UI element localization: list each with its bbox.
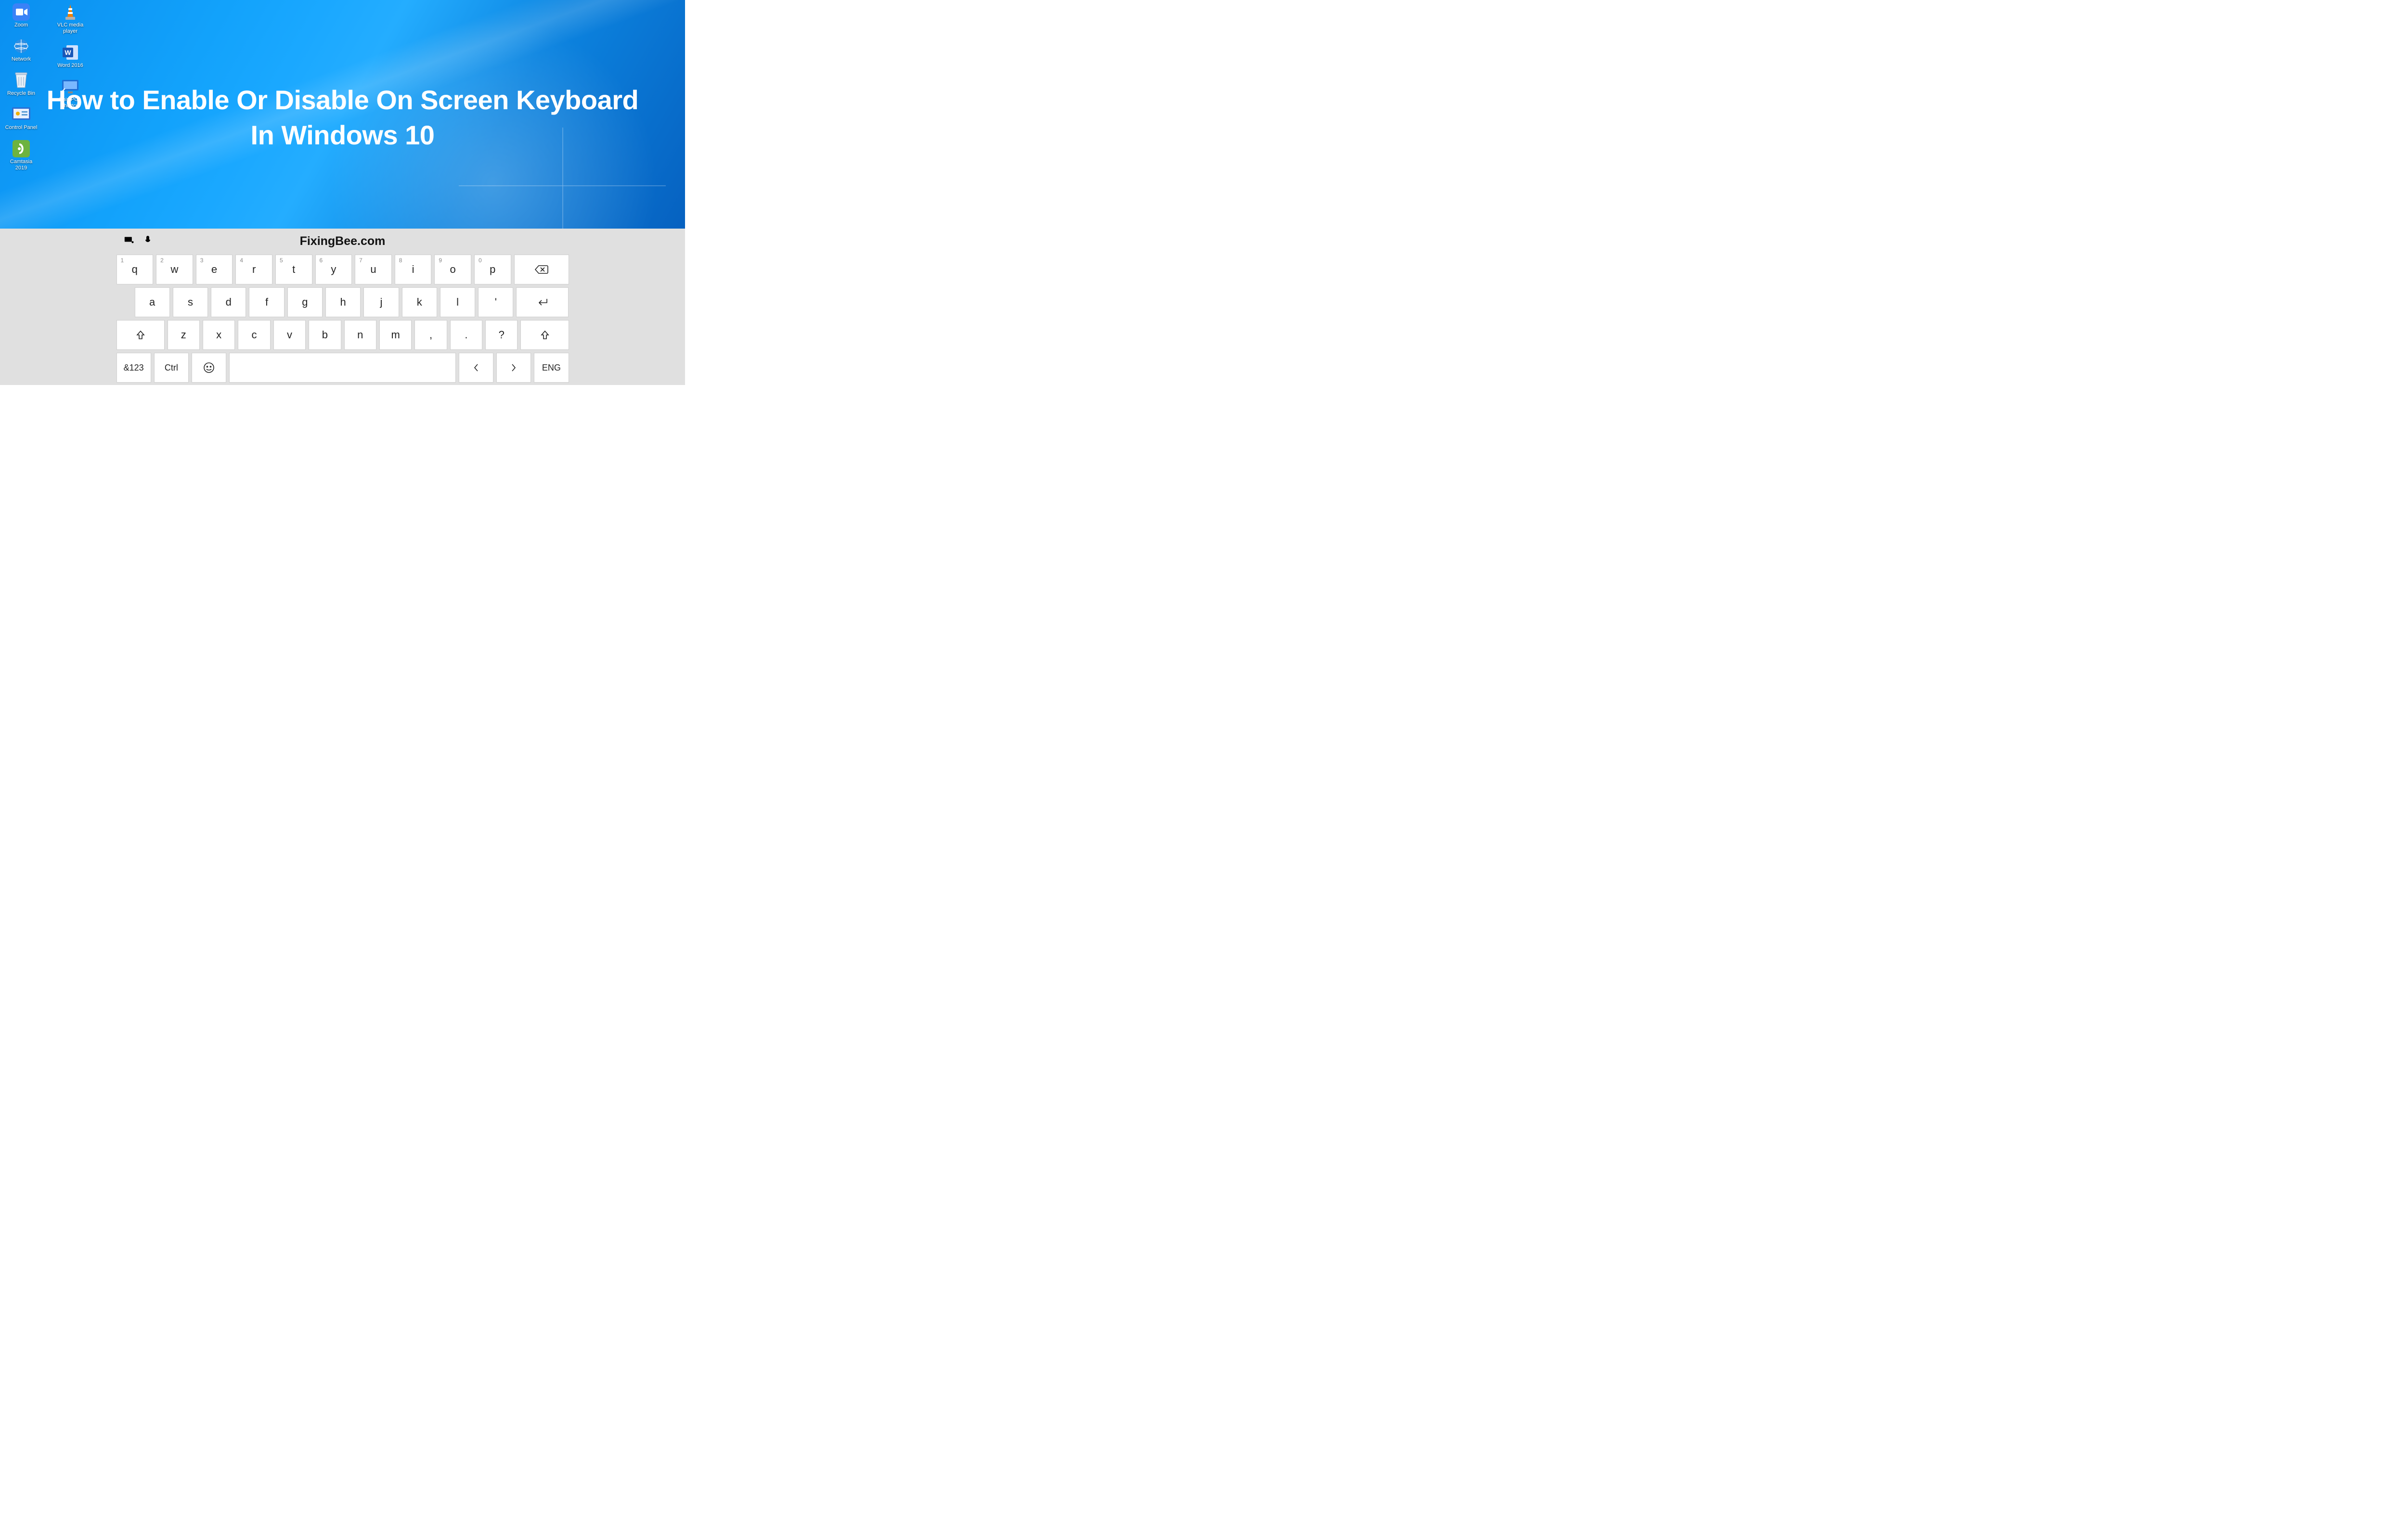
- key-shift-right[interactable]: [520, 320, 569, 350]
- zoom-icon: [12, 3, 30, 21]
- key-emoji[interactable]: [192, 353, 226, 383]
- osk-title: FixingBee.com: [116, 234, 569, 248]
- key-r[interactable]: 4r: [235, 255, 272, 284]
- desktop-icon-network[interactable]: Network: [4, 37, 39, 63]
- word-icon: W: [61, 43, 79, 62]
- key-language[interactable]: ENG: [534, 353, 569, 383]
- key-b[interactable]: b: [309, 320, 341, 350]
- vlc-icon: [61, 3, 79, 21]
- key-y[interactable]: 6y: [315, 255, 352, 284]
- key-i[interactable]: 8i: [395, 255, 432, 284]
- key-h[interactable]: h: [325, 287, 361, 317]
- key-t[interactable]: 5t: [275, 255, 312, 284]
- key-question[interactable]: ?: [485, 320, 518, 350]
- desktop-icon-label: Zoom: [14, 22, 28, 28]
- page-headline: How to Enable Or Disable On Screen Keybo…: [0, 84, 685, 151]
- key-right[interactable]: [496, 353, 531, 383]
- headline-line2: In Windows 10: [0, 119, 685, 151]
- key-m[interactable]: m: [379, 320, 412, 350]
- desktop-icon-label: Camtasia 2019: [4, 159, 39, 171]
- key-comma[interactable]: ,: [414, 320, 447, 350]
- key-z[interactable]: z: [168, 320, 200, 350]
- key-o[interactable]: 9o: [434, 255, 471, 284]
- key-period[interactable]: .: [450, 320, 482, 350]
- key-c[interactable]: c: [238, 320, 270, 350]
- key-f[interactable]: f: [249, 287, 284, 317]
- on-screen-keyboard: FixingBee.com 1q2w3e4r5t6y7u8i9o0p asdfg…: [0, 229, 685, 385]
- key-k[interactable]: k: [402, 287, 437, 317]
- network-icon: [12, 37, 30, 55]
- key-shift-left[interactable]: [116, 320, 165, 350]
- key-space[interactable]: [229, 353, 455, 383]
- key-q[interactable]: 1q: [116, 255, 154, 284]
- key-s[interactable]: s: [173, 287, 208, 317]
- keyboard-grid: 1q2w3e4r5t6y7u8i9o0p asdfghjkl' zxcvbnm,…: [116, 255, 569, 383]
- key-g[interactable]: g: [287, 287, 323, 317]
- key-w[interactable]: 2w: [156, 255, 193, 284]
- osk-toolbar: FixingBee.com: [116, 231, 569, 251]
- key-numsym[interactable]: &123: [116, 353, 151, 383]
- key-apostrophe[interactable]: ': [478, 287, 513, 317]
- key-l[interactable]: l: [440, 287, 475, 317]
- desktop-icon-label: Word 2016: [57, 63, 83, 69]
- key-backspace[interactable]: [514, 255, 569, 284]
- key-ctrl[interactable]: Ctrl: [154, 353, 189, 383]
- desktop-icon-label: Network: [12, 56, 31, 63]
- desktop-icon-label: VLC media player: [53, 22, 88, 35]
- key-u[interactable]: 7u: [355, 255, 392, 284]
- svg-text:W: W: [65, 49, 71, 56]
- key-p[interactable]: 0p: [474, 255, 511, 284]
- key-enter[interactable]: [516, 287, 569, 317]
- key-a[interactable]: a: [135, 287, 170, 317]
- key-x[interactable]: x: [203, 320, 235, 350]
- key-j[interactable]: j: [363, 287, 399, 317]
- close-icon[interactable]: [564, 236, 572, 246]
- key-v[interactable]: v: [273, 320, 306, 350]
- headline-line1: How to Enable Or Disable On Screen Keybo…: [0, 84, 685, 116]
- desktop-icon-zoom[interactable]: Zoom: [4, 3, 39, 28]
- desktop-icon-vlc[interactable]: VLC media player: [53, 3, 88, 35]
- key-n[interactable]: n: [344, 320, 376, 350]
- key-left[interactable]: [459, 353, 493, 383]
- desktop-wallpaper: ZoomNetworkRecycle BinControl PanelCamta…: [0, 0, 685, 229]
- key-e[interactable]: 3e: [196, 255, 233, 284]
- desktop-icon-word[interactable]: W Word 2016: [53, 43, 88, 69]
- key-d[interactable]: d: [211, 287, 246, 317]
